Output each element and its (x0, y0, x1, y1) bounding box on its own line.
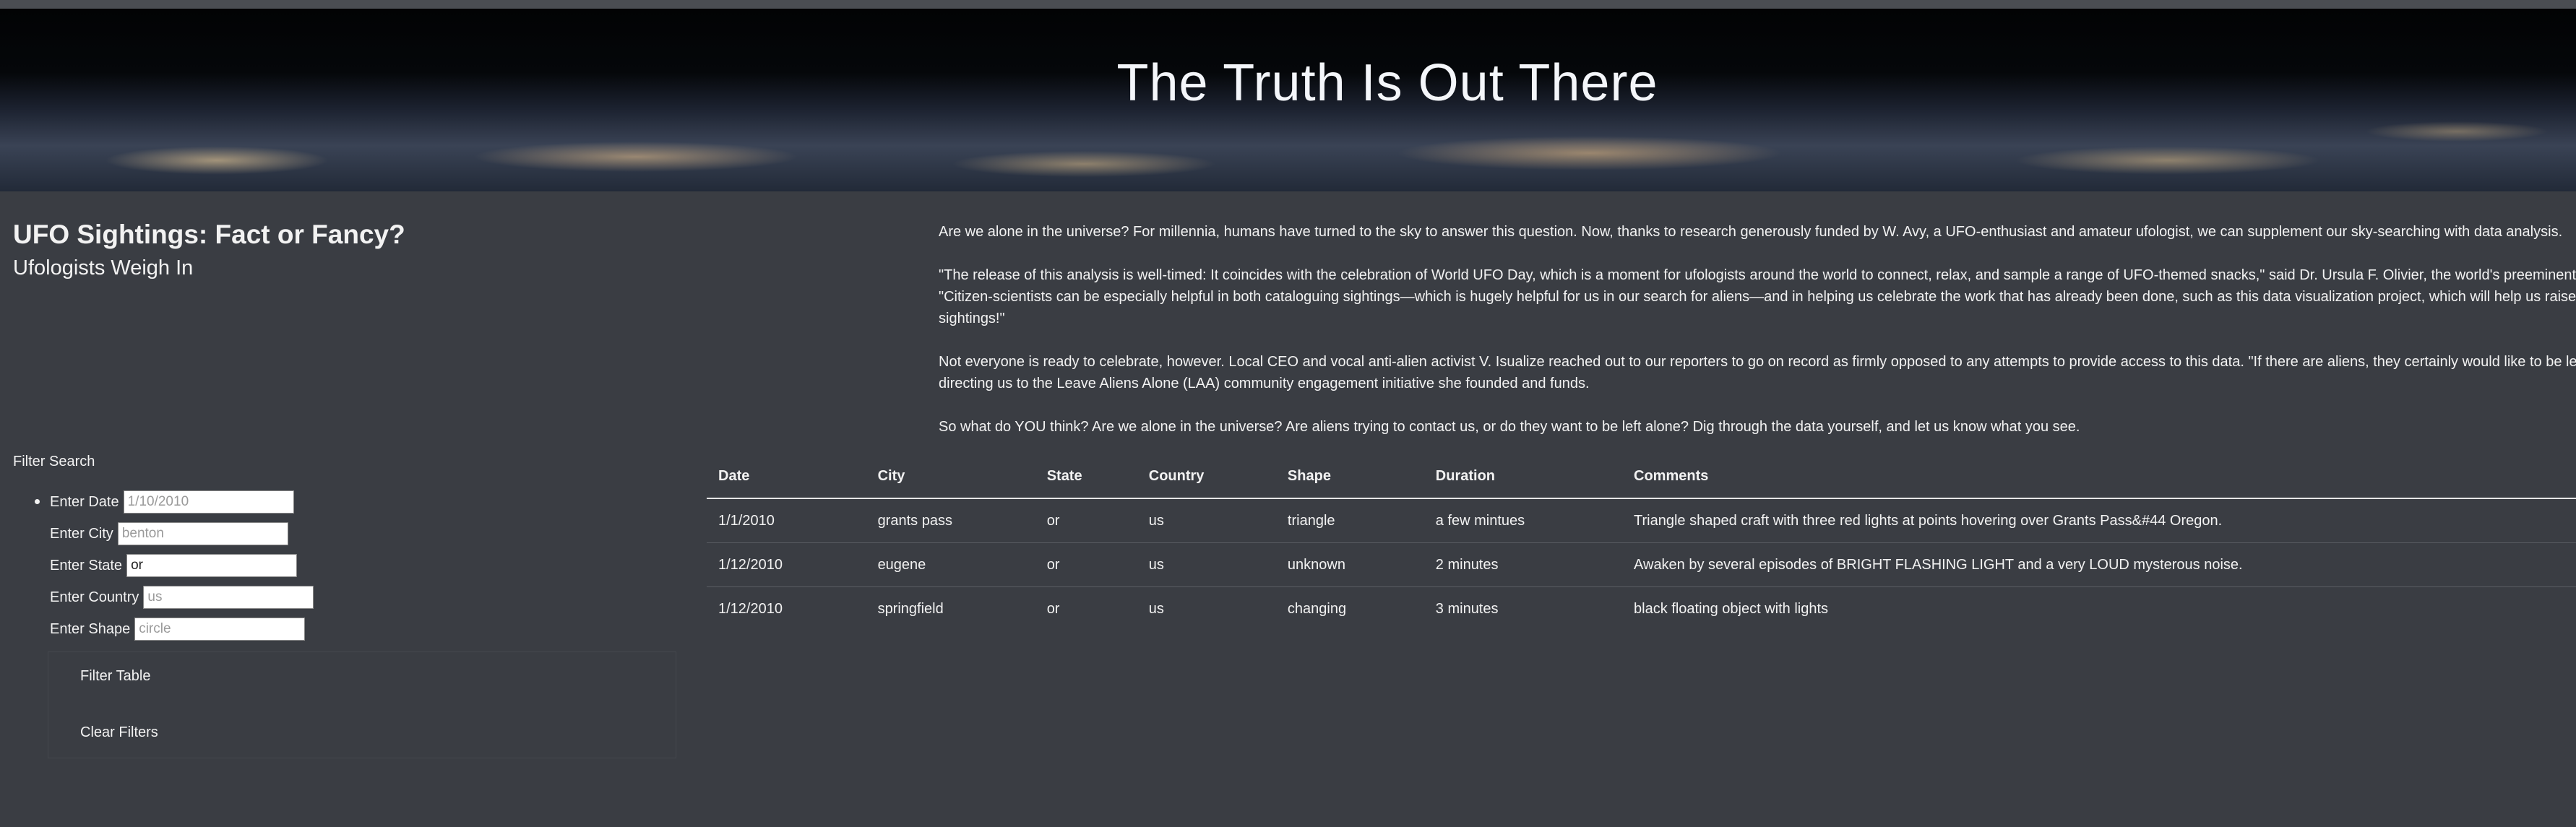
table-cell: us (1137, 542, 1276, 587)
table-cell: 1/1/2010 (718, 512, 775, 529)
hero-banner: The Truth Is Out There (0, 9, 2576, 191)
article-line: "Citizen-scientists can be especially he… (939, 289, 2576, 305)
top-strip (0, 0, 2576, 9)
country-input[interactable] (143, 586, 314, 609)
table-cell: black floating object with lights (1622, 586, 2576, 631)
page-subtitle: Ufologists Weigh In (13, 256, 194, 280)
filter-country-label: Enter Country (50, 589, 139, 605)
bullet-icon (35, 499, 40, 504)
table-cell: or (1035, 586, 1137, 631)
filter-shape-item: Enter Shape (35, 613, 314, 645)
table-header-row: Date City State Country Shape Duration C… (707, 454, 2576, 499)
table-cell: eugene (866, 542, 1035, 587)
filter-state-item: Enter State (35, 550, 314, 581)
article-line: "The release of this analysis is well-ti… (939, 267, 2576, 283)
table-cell: or (1046, 512, 1060, 529)
article-line: Not everyone is ready to celebrate, howe… (939, 354, 2576, 370)
column-header: Country (1137, 454, 1276, 499)
article-paragraph: "The release of this analysis is well-ti… (939, 264, 2576, 329)
clear-filters-button[interactable]: Clear Filters (80, 724, 158, 741)
article-paragraph: Not everyone is ready to celebrate, howe… (939, 351, 2576, 394)
filter-button-panel: Filter Table Clear Filters (48, 651, 676, 758)
table-cell: us (1148, 512, 1164, 529)
column-header: Shape (1275, 454, 1424, 499)
filter-table-button[interactable]: Filter Table (80, 668, 150, 685)
table-cell: us (1137, 586, 1276, 631)
article-paragraph: Are we alone in the universe? For millen… (939, 224, 2563, 240)
column-header: City (866, 454, 1035, 499)
article-paragraph: So what do YOU think? Are we alone in th… (939, 419, 2080, 435)
filter-shape-label: Enter Shape (50, 620, 131, 637)
table-cell: 1/12/2010 (707, 586, 866, 631)
table-cell: changing (1275, 586, 1424, 631)
table-cell: springfield (866, 586, 1035, 631)
table-row: 1/12/2010 eugene or us unknown 2 minutes… (707, 542, 2576, 587)
column-header: Comments (1622, 454, 2576, 499)
column-header: Duration (1423, 454, 1623, 499)
column-header: Date (707, 454, 866, 499)
filter-date-item: Enter Date (35, 486, 314, 518)
table-cell: 2 minutes (1423, 542, 1623, 587)
shape-input[interactable] (134, 618, 306, 641)
table-cell: a few mintues (1435, 512, 1525, 529)
filter-city-item: Enter City (35, 518, 314, 550)
state-input[interactable] (126, 554, 298, 577)
table-cell: unknown (1275, 542, 1424, 587)
table-cell: triangle (1287, 512, 1335, 529)
hero-title: The Truth Is Out There (1116, 54, 1658, 112)
article-line: directing us to the Leave Aliens Alone (… (939, 376, 1590, 391)
city-input[interactable] (117, 522, 288, 545)
filter-state-label: Enter State (50, 557, 123, 573)
filter-city-label: Enter City (50, 525, 113, 542)
date-input[interactable] (123, 490, 294, 514)
table-cell: Triangle shaped craft with three red lig… (1634, 512, 2223, 529)
table-cell: or (1035, 542, 1137, 587)
filter-search-heading: Filter Search (13, 454, 95, 469)
filter-date-label: Enter Date (50, 493, 119, 510)
table-cell: 1/12/2010 (707, 542, 866, 587)
table-cell: Awaken by several episodes of BRIGHT FLA… (1622, 542, 2576, 587)
table-row: 1/12/2010 springfield or us changing 3 m… (707, 586, 2576, 631)
table-cell: grants pass (877, 512, 952, 529)
article: Are we alone in the universe? For millen… (939, 221, 2576, 459)
table-cell: 3 minutes (1423, 586, 1623, 631)
page-title: UFO Sightings: Fact or Fancy? (13, 220, 405, 249)
table-row: 1/1/2010 grants pass or us triangle a fe… (707, 498, 2576, 543)
filter-list: Enter Date Enter City Enter State Enter … (35, 486, 314, 645)
ufo-table: Date City State Country Shape Duration C… (707, 454, 2576, 631)
filter-country-item: Enter Country (35, 581, 314, 613)
column-header: State (1035, 454, 1137, 499)
article-line: sightings!" (939, 311, 1005, 326)
